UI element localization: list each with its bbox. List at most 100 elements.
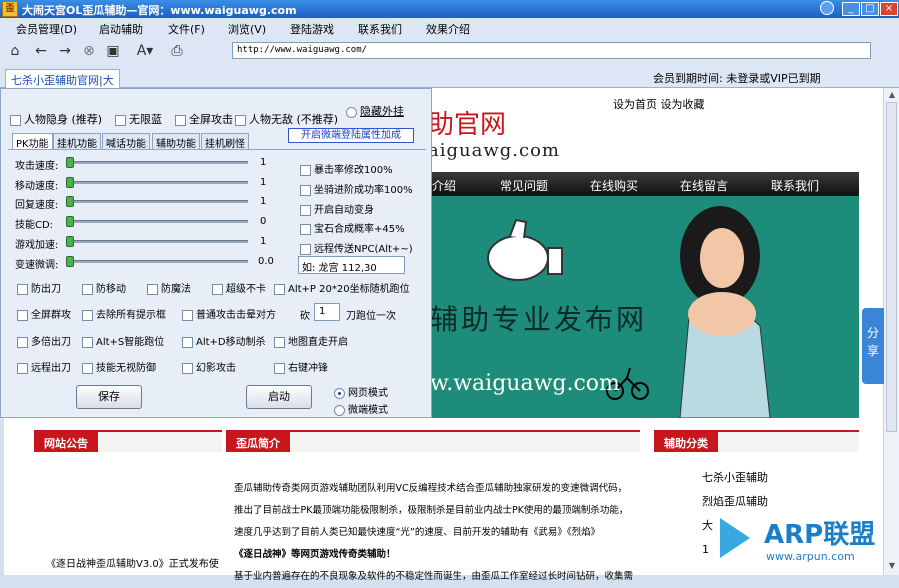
checkbox[interactable]	[274, 336, 285, 348]
menu-contact[interactable]: 联系我们	[358, 21, 402, 37]
tab-farm[interactable]: 挂机刷怪	[201, 133, 249, 150]
checkbox[interactable]	[82, 336, 93, 348]
category-item[interactable]: 烈焰歪瓜辅助	[702, 490, 768, 514]
right-option[interactable]: 暴击率修改100%	[300, 161, 393, 176]
mode-micro[interactable]: 微端模式	[334, 401, 388, 416]
skill-cd-slider[interactable]	[68, 220, 248, 223]
right-option[interactable]: 开启自动变身	[300, 201, 374, 216]
checkbox[interactable]	[10, 114, 21, 126]
print-icon[interactable]: ⎙	[168, 42, 186, 60]
grid-option[interactable]: Alt+P 20*20坐标随机跑位	[274, 280, 410, 295]
grid-option[interactable]: 去除所有提示框	[82, 306, 166, 321]
attr-bonus-link[interactable]: 开启微端登陆属性加成	[288, 128, 414, 143]
top-option[interactable]: 人物隐身 (推荐)	[10, 111, 102, 127]
right-option[interactable]: 坐骑进阶成功率100%	[300, 181, 413, 196]
notice-item[interactable]: 《逐日战神歪瓜辅助V3.0》正式发布使	[46, 555, 219, 570]
site-top-links[interactable]: 设为首页 设为收藏	[613, 96, 705, 112]
move-speed-slider[interactable]	[68, 181, 248, 184]
slider-thumb[interactable]	[66, 177, 74, 188]
checkbox[interactable]	[300, 243, 311, 255]
game-speed-slider[interactable]	[68, 240, 248, 243]
back-icon[interactable]: ←	[32, 42, 50, 60]
checkbox[interactable]	[235, 114, 246, 126]
grid-option[interactable]: 远程出刀	[17, 359, 71, 374]
minimize-button[interactable]: _	[842, 2, 860, 16]
start-button[interactable]: 启动	[246, 385, 312, 409]
slider-thumb[interactable]	[66, 236, 74, 247]
radio[interactable]	[334, 387, 345, 399]
home-icon[interactable]: ⌂	[6, 42, 24, 60]
checkbox[interactable]	[17, 283, 28, 295]
menu-member[interactable]: 会员管理(D)	[16, 21, 77, 37]
skin-icon[interactable]	[820, 1, 834, 15]
scroll-down-icon[interactable]: ▼	[887, 561, 897, 570]
checkbox[interactable]	[300, 223, 311, 235]
checkbox[interactable]	[300, 204, 311, 216]
tab-assist[interactable]: 辅助功能	[152, 133, 200, 150]
checkbox[interactable]	[274, 362, 285, 374]
speed-tune-slider[interactable]	[68, 260, 248, 263]
checkbox[interactable]	[274, 283, 285, 295]
checkbox[interactable]	[182, 362, 193, 374]
refresh-icon[interactable]: ▣	[104, 42, 122, 60]
checkbox[interactable]	[300, 164, 311, 176]
grid-option[interactable]: 多倍出刀	[17, 333, 71, 348]
font-icon[interactable]: A▾	[136, 42, 154, 60]
tab-site[interactable]: 七杀小歪辅助官网|大	[5, 69, 120, 88]
share-button[interactable]: 分享	[862, 308, 884, 384]
grid-option[interactable]: 全屏群攻	[17, 306, 71, 321]
nav-message[interactable]: 在线留言	[680, 177, 728, 194]
checkbox[interactable]	[82, 283, 93, 295]
checkbox[interactable]	[212, 283, 223, 295]
checkbox[interactable]	[82, 309, 93, 321]
scrollbar[interactable]: ▲ ▼	[883, 88, 899, 575]
tab-idle[interactable]: 挂机功能	[53, 133, 101, 150]
scroll-thumb[interactable]	[886, 102, 897, 432]
right-option[interactable]: 宝石合成概率+45%	[300, 220, 405, 235]
tab-pk[interactable]: PK功能	[12, 133, 53, 150]
nav-faq[interactable]: 常见问题	[500, 177, 548, 194]
right-option[interactable]: 远程传送NPC(Alt+~)	[300, 240, 413, 255]
grid-option[interactable]: 幻影攻击	[182, 359, 236, 374]
top-option[interactable]: 全屏攻击	[175, 111, 233, 127]
address-bar[interactable]: http://www.waiguawg.com/	[232, 42, 871, 59]
recover-speed-slider[interactable]	[68, 200, 248, 203]
menu-effects[interactable]: 效果介绍	[426, 21, 470, 37]
category-item[interactable]: 七杀小歪辅助	[702, 466, 768, 490]
grid-option[interactable]: Alt+S智能跑位	[82, 333, 164, 348]
grid-option[interactable]: 右键冲锋	[274, 359, 328, 374]
radio[interactable]	[334, 404, 345, 416]
scroll-up-icon[interactable]: ▲	[887, 90, 897, 99]
radio[interactable]	[346, 106, 357, 118]
stop-icon[interactable]: ⊗	[80, 42, 98, 60]
teleport-input[interactable]: 如: 龙宫 112,30	[298, 256, 405, 274]
checkbox[interactable]	[115, 114, 126, 126]
checkbox[interactable]	[147, 283, 158, 295]
checkbox[interactable]	[300, 184, 311, 196]
maximize-button[interactable]: □	[861, 2, 879, 16]
forward-icon[interactable]: →	[56, 42, 74, 60]
nav-buy[interactable]: 在线购买	[590, 177, 638, 194]
checkbox[interactable]	[17, 309, 28, 321]
save-button[interactable]: 保存	[76, 385, 142, 409]
grid-option[interactable]: 普通攻击击晕对方	[182, 306, 276, 321]
top-option[interactable]: 无限蓝	[115, 111, 162, 127]
site-banner[interactable]: 辅助专业发布网 w.waiguawg.com	[430, 196, 859, 418]
grid-option[interactable]: 防出刀	[17, 280, 61, 295]
checkbox[interactable]	[82, 362, 93, 374]
attack-speed-slider[interactable]	[68, 161, 248, 164]
chop-count-input[interactable]: 1	[314, 303, 340, 321]
slider-thumb[interactable]	[66, 256, 74, 267]
grid-option[interactable]: 防魔法	[147, 280, 191, 295]
slider-thumb[interactable]	[66, 216, 74, 227]
mode-web[interactable]: 网页模式	[334, 384, 388, 399]
hide-plugin-option[interactable]: 隐藏外挂	[346, 103, 404, 119]
checkbox[interactable]	[182, 309, 193, 321]
checkbox[interactable]	[175, 114, 186, 126]
menu-file[interactable]: 文件(F)	[168, 21, 205, 37]
grid-option[interactable]: 地图直走开启	[274, 333, 348, 348]
menu-login[interactable]: 登陆游戏	[290, 21, 334, 37]
close-button[interactable]: ×	[880, 2, 898, 16]
nav-contact[interactable]: 联系我们	[771, 177, 819, 194]
slider-thumb[interactable]	[66, 157, 74, 168]
